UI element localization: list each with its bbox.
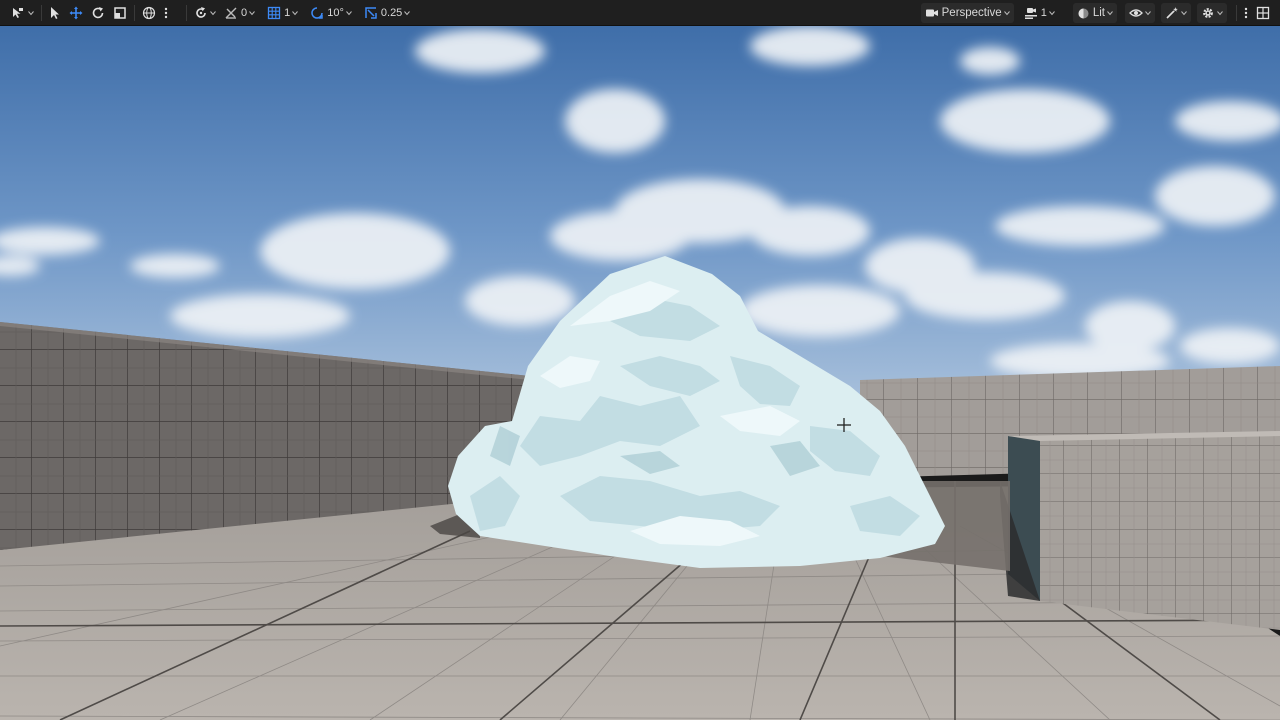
more-icon: [164, 7, 168, 18]
select-mode-dropdown[interactable]: [6, 3, 38, 23]
show-flags-dropdown[interactable]: [1125, 3, 1155, 23]
chevron-down-icon: [404, 10, 411, 15]
rotation-snap-value: 10°: [327, 6, 344, 19]
camera-icon: [925, 9, 938, 17]
chevron-down-icon: [1048, 11, 1055, 16]
chevron-down-icon: [346, 10, 352, 15]
surface-snap-icon: [196, 6, 206, 18]
3d-viewport[interactable]: [0, 26, 1280, 720]
grid-snap-icon: [267, 6, 281, 19]
chevron-down-icon: [1003, 11, 1010, 16]
grid-snap-value: 1: [284, 6, 291, 19]
rotation-snap-icon: [311, 6, 323, 19]
camera-speed-value: 1: [1040, 7, 1047, 19]
view-mode-dropdown[interactable]: Perspective: [920, 3, 1014, 23]
scale-icon: [114, 6, 126, 19]
select-tool-button[interactable]: [45, 3, 65, 23]
chevron-down-icon: [1181, 11, 1187, 16]
scale-snap-icon: [365, 6, 377, 19]
chevron-down-icon: [1107, 11, 1113, 16]
grid-snap-dropdown[interactable]: 1: [263, 3, 302, 23]
layout-button[interactable]: [1252, 3, 1274, 23]
more-vertical-icon: [1244, 7, 1248, 19]
select-arrow-icon: [51, 6, 59, 19]
eye-icon: [1129, 9, 1143, 17]
toolbar-separator: [186, 4, 187, 21]
lit-sphere-icon: [1078, 8, 1089, 18]
viewport-toolbar: 0 1 10° 0.25 Perspective 1 Lit: [0, 0, 1280, 26]
lighting-mode-label: Lit: [1092, 7, 1105, 19]
camera-speed-dropdown[interactable]: 1: [1020, 3, 1059, 23]
chevron-down-icon: [292, 10, 299, 15]
viewport-options-button[interactable]: [1240, 3, 1252, 23]
right-block-front: [1040, 434, 1280, 630]
lighting-mode-dropdown[interactable]: Lit: [1072, 3, 1117, 23]
rotate-icon: [92, 6, 104, 18]
snap-rotate-dropdown[interactable]: [190, 3, 220, 23]
surface-snap-dropdown[interactable]: 0: [220, 3, 259, 23]
chevron-down-icon: [1217, 11, 1223, 16]
toolbar-separator: [1236, 5, 1237, 21]
toolbar-separator: [134, 4, 135, 21]
chevron-down-icon: [210, 10, 216, 15]
scene-render: [0, 26, 1280, 720]
move-tool-button[interactable]: [65, 3, 87, 23]
coordinate-system-button[interactable]: [138, 3, 160, 23]
chevron-down-icon: [28, 10, 34, 15]
scale-snap-value: 0.25: [380, 6, 403, 19]
view-mode-label: Perspective: [941, 7, 1002, 19]
chevron-down-icon: [249, 10, 256, 15]
gear-icon: [1203, 8, 1213, 18]
world-icon: [142, 6, 156, 19]
scale-snap-dropdown[interactable]: 0.25: [360, 3, 414, 23]
snap-angle-icon: [225, 7, 237, 19]
view-options-dropdown[interactable]: [1161, 3, 1191, 23]
settings-dropdown[interactable]: [1197, 3, 1227, 23]
magic-wand-icon: [1166, 7, 1178, 19]
move-icon: [69, 6, 83, 19]
crosshair-cursor: [837, 418, 851, 432]
more-options-button[interactable]: [160, 3, 172, 23]
rotate-tool-button[interactable]: [87, 3, 109, 23]
select-mode-icon: [13, 7, 23, 18]
scale-tool-button[interactable]: [109, 3, 131, 23]
camera-speed-icon: [1024, 8, 1037, 19]
chevron-down-icon: [1145, 11, 1151, 16]
surface-snap-value: 0: [241, 6, 248, 19]
rotation-snap-dropdown[interactable]: 10°: [306, 3, 356, 23]
toolbar-separator: [41, 4, 42, 21]
layout-icon: [1256, 6, 1270, 20]
